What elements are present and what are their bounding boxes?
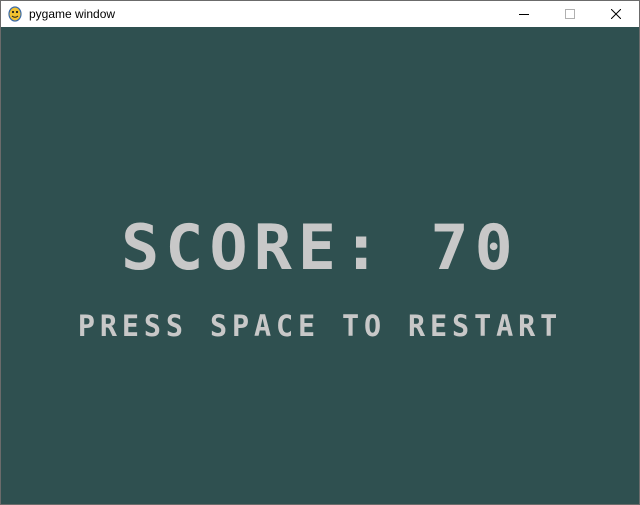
minimize-icon [519, 14, 529, 15]
title-bar[interactable]: pygame window [1, 1, 639, 27]
pygame-snake-icon [8, 6, 22, 22]
game-canvas[interactable]: SCORE: 70 PRESS SPACE TO RESTART [1, 27, 639, 504]
score-display: SCORE: 70 [121, 211, 519, 284]
close-button[interactable] [593, 1, 639, 27]
pygame-window: pygame window SCORE: 70 PRESS SPACE TO R… [0, 0, 640, 505]
restart-prompt: PRESS SPACE TO RESTART [77, 309, 563, 343]
maximize-icon [565, 9, 575, 19]
close-icon [611, 9, 621, 19]
window-title: pygame window [29, 7, 116, 21]
minimize-button[interactable] [501, 1, 547, 27]
maximize-button[interactable] [547, 1, 593, 27]
